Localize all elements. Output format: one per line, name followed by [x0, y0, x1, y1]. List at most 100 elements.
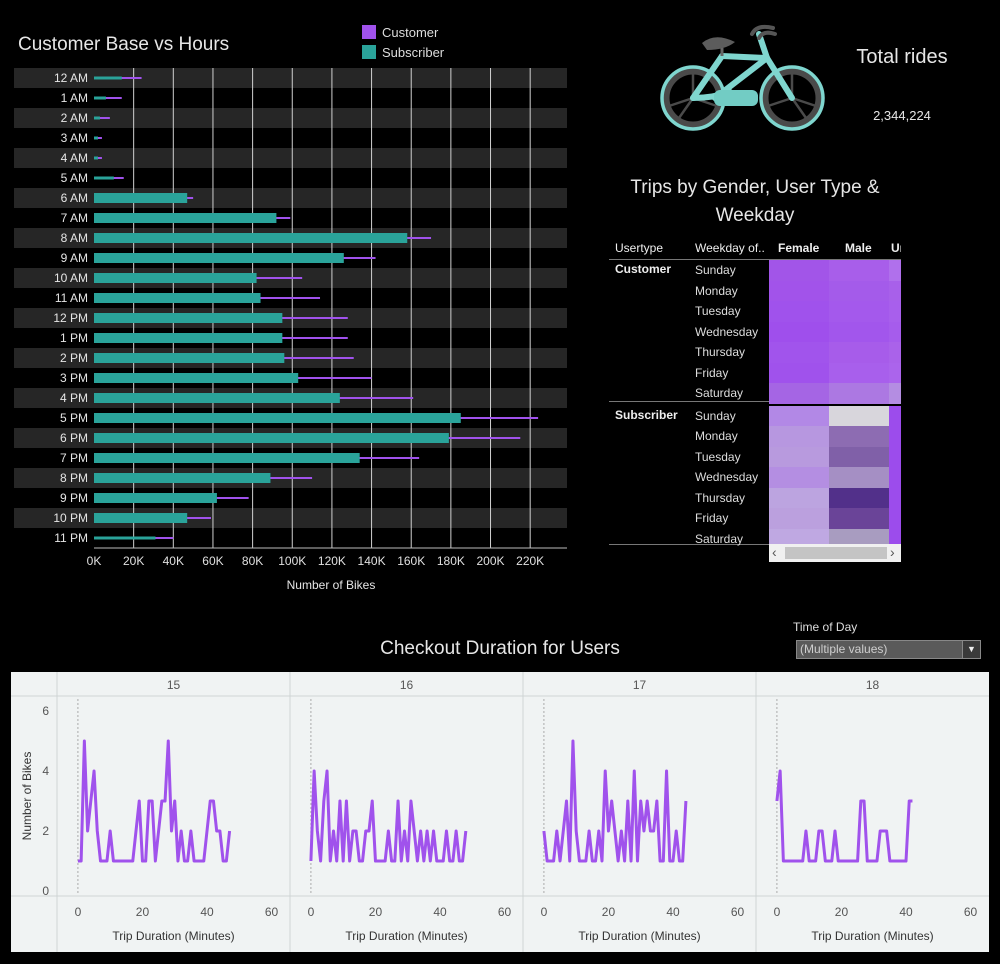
heatmap-cell[interactable] [889, 467, 901, 488]
subscriber-bar[interactable] [94, 273, 257, 283]
heatmap-cell[interactable] [769, 446, 829, 468]
subscriber-bar[interactable] [94, 96, 106, 100]
weekday-label: Saturday [695, 386, 744, 400]
subscriber-bar[interactable] [94, 253, 344, 263]
subscriber-bar[interactable] [94, 433, 449, 443]
heatmap-cell[interactable] [829, 280, 889, 302]
subscriber-bar[interactable] [94, 473, 271, 483]
hours-bar-chart[interactable]: 0K 20K 40K 60K 80K 100K 120K 140K 160K 180K 200K 22… [0, 60, 590, 608]
heatmap-cell[interactable] [889, 342, 901, 363]
subscriber-bar[interactable] [94, 333, 283, 343]
subscriber-bar[interactable] [94, 136, 98, 140]
heatmap-cell[interactable] [769, 260, 829, 281]
scroll-left-icon[interactable]: ‹ [772, 544, 777, 561]
x-tick-label: 60 [731, 905, 745, 919]
duration-line-chart[interactable]: 0 2 4 6 Number of Bikes 15 0 20 40 60 Trip Duratio… [11, 672, 989, 952]
subscriber-bar[interactable] [94, 493, 217, 503]
legend-swatch-customer [362, 25, 376, 39]
subscriber-bar[interactable] [94, 116, 100, 120]
heatmap-cell[interactable] [889, 362, 901, 384]
heatmap-cell[interactable] [769, 362, 829, 384]
heatmap-cell[interactable] [829, 362, 889, 384]
y-tick-label: 6 [42, 704, 49, 718]
scroll-thumb[interactable] [785, 547, 887, 559]
heatmap-cell[interactable] [769, 383, 829, 404]
subscriber-bar[interactable] [94, 293, 261, 303]
hours-legend[interactable]: Customer Subscriber [362, 22, 444, 62]
heatmap-cell[interactable] [889, 260, 901, 281]
heatmap-cell[interactable] [769, 467, 829, 488]
heatmap-cell[interactable] [889, 508, 901, 529]
heatmap-cell[interactable] [769, 280, 829, 302]
heatmap-cell[interactable] [889, 280, 901, 302]
x-tick-label: 60 [964, 905, 978, 919]
scroll-right-icon[interactable]: › [890, 544, 895, 561]
subscriber-bar[interactable] [94, 373, 299, 383]
usertype-label: Subscriber [615, 407, 678, 422]
subscriber-bar[interactable] [94, 176, 114, 180]
heatmap-cell[interactable] [829, 321, 889, 343]
subscriber-bar[interactable] [94, 156, 98, 160]
heatmap-cell[interactable] [769, 321, 829, 343]
subscriber-bar[interactable] [94, 353, 285, 363]
subscriber-bar[interactable] [94, 513, 188, 523]
header-male[interactable]: Male [845, 241, 872, 255]
heatmap-cell[interactable] [889, 426, 901, 447]
heatmap-cell[interactable] [889, 446, 901, 468]
heatmap-cell[interactable] [889, 321, 901, 343]
x-tick-label: 0 [308, 905, 315, 919]
header-weekday[interactable]: Weekday of.. [695, 241, 765, 255]
header-female[interactable]: Female [778, 241, 819, 255]
x-tick-label: 0 [774, 905, 781, 919]
heatmap-cell[interactable] [829, 383, 889, 404]
subscriber-bar[interactable] [94, 413, 461, 423]
subscriber-bar[interactable] [94, 393, 340, 403]
heatmap-cell[interactable] [829, 405, 889, 427]
subscriber-bar[interactable] [94, 536, 156, 540]
heatmap-cell[interactable] [829, 467, 889, 488]
legend-item-subscriber[interactable]: Subscriber [362, 42, 444, 62]
x-tick-label: 100K [278, 554, 306, 568]
heatmap-cell[interactable] [829, 301, 889, 322]
weekday-label: Thursday [695, 345, 746, 359]
heatmap-cell[interactable] [829, 342, 889, 363]
subscriber-bar[interactable] [94, 453, 360, 463]
facet-header: 15 [167, 678, 181, 692]
subscriber-bar[interactable] [94, 313, 283, 323]
heatmap-table[interactable]: Usertype Weekday of.. Female Male Ur Cus… [609, 236, 901, 562]
heatmap-cell[interactable] [889, 405, 901, 427]
subscriber-bar[interactable] [94, 76, 122, 80]
heatmap-cell[interactable] [769, 487, 829, 509]
heatmap-cell[interactable] [829, 426, 889, 447]
time-of-day-dropdown[interactable]: (Multiple values) ▼ [796, 640, 981, 659]
bicycle-icon [660, 24, 825, 131]
heatmap-cell[interactable] [769, 301, 829, 322]
x-tick-label: 40 [200, 905, 214, 919]
heatmap-cell[interactable] [769, 405, 829, 427]
heatmap-horizontal-scrollbar[interactable]: ‹ › [769, 544, 901, 562]
legend-item-customer[interactable]: Customer [362, 22, 444, 42]
y-tick-label: 6 PM [60, 431, 88, 445]
x-tick-label: 80K [242, 554, 263, 568]
header-usertype[interactable]: Usertype [615, 241, 663, 255]
heatmap-cell[interactable] [829, 260, 889, 281]
subscriber-bar[interactable] [94, 213, 277, 223]
heatmap-cell[interactable] [889, 383, 901, 404]
total-rides-label: Total rides [856, 46, 948, 68]
y-tick-label: 2 AM [61, 111, 88, 125]
chevron-down-icon[interactable]: ▼ [962, 641, 980, 658]
y-tick-label: 9 PM [60, 491, 88, 505]
subscriber-bar[interactable] [94, 193, 188, 203]
heatmap-cell[interactable] [889, 301, 901, 322]
heatmap-cell[interactable] [829, 487, 889, 509]
heatmap-cell[interactable] [769, 426, 829, 447]
heatmap-cell[interactable] [769, 508, 829, 529]
subscriber-bar[interactable] [94, 233, 408, 243]
heatmap-cell[interactable] [889, 487, 901, 509]
x-tick-label: 20 [835, 905, 849, 919]
heatmap-cell[interactable] [829, 508, 889, 529]
header-unknown[interactable]: Ur [891, 241, 901, 255]
heatmap-cell[interactable] [769, 342, 829, 363]
heatmap-cell[interactable] [829, 446, 889, 468]
y-tick-label: 8 PM [60, 471, 88, 485]
